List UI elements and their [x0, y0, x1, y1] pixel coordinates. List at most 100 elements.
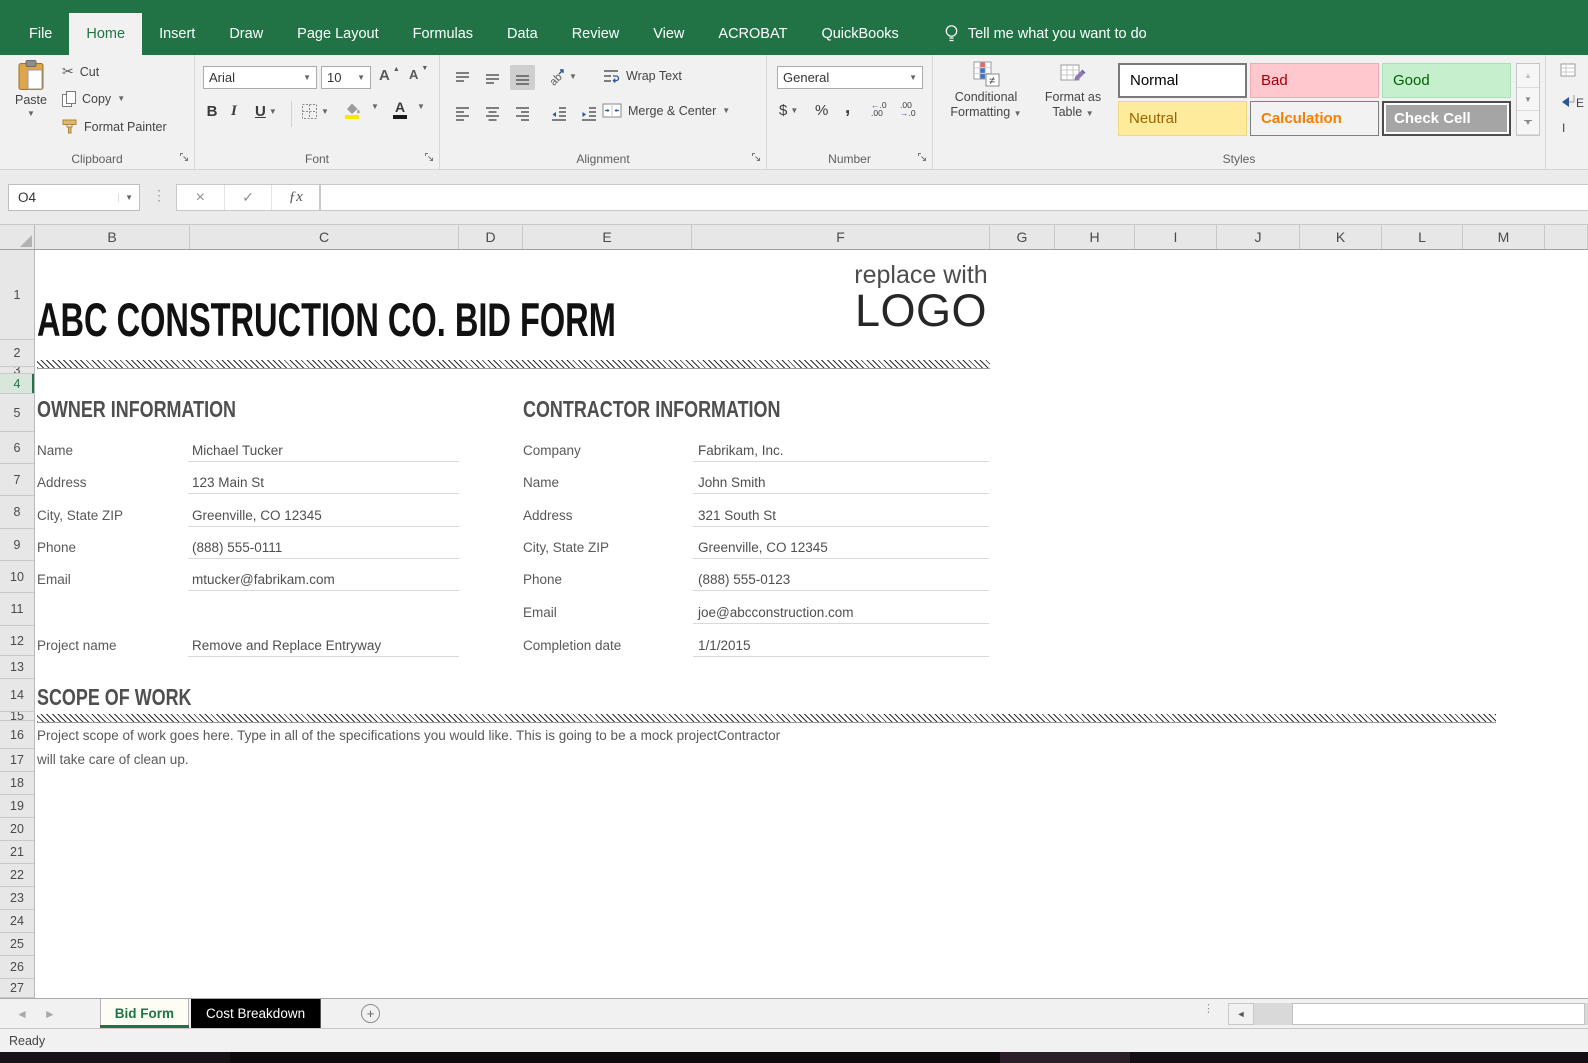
- increase-indent-button[interactable]: [576, 101, 601, 126]
- row-header-24[interactable]: 24: [0, 910, 34, 933]
- column-header-partial[interactable]: [1545, 225, 1588, 249]
- row-header-19[interactable]: 19: [0, 795, 34, 818]
- tab-scrollbar-splitter[interactable]: ⋮: [1203, 1007, 1214, 1012]
- completion-date-value[interactable]: 1/1/2015: [698, 630, 751, 662]
- increase-font-size-button[interactable]: A▲: [379, 68, 400, 83]
- cut-button[interactable]: ✂ Cut: [62, 63, 99, 80]
- owner-field-city-state-zip-value[interactable]: Greenville, CO 12345: [192, 500, 322, 532]
- cancel-button[interactable]: ×: [177, 185, 225, 210]
- document-title[interactable]: ABC CONSTRUCTION CO. BID FORM: [37, 294, 616, 348]
- row-header-21[interactable]: 21: [0, 841, 34, 864]
- row-header-8[interactable]: 8: [0, 496, 34, 529]
- clipboard-dialog-launcher[interactable]: [178, 151, 190, 163]
- column-header-F[interactable]: F: [692, 225, 990, 249]
- row-header-23[interactable]: 23: [0, 887, 34, 910]
- completion-date-label[interactable]: Completion date: [523, 630, 621, 662]
- contractor-field-city-state-zip-label[interactable]: City, State ZIP: [523, 532, 609, 564]
- ribbon-tab-quickbooks[interactable]: QuickBooks: [804, 13, 915, 55]
- conditional-formatting-button[interactable]: ≠ Conditional Formatting ▼: [943, 61, 1029, 120]
- owner-field-phone-label[interactable]: Phone: [37, 532, 76, 564]
- ribbon-tab-draw[interactable]: Draw: [212, 13, 280, 55]
- align-right-button[interactable]: [510, 101, 535, 126]
- underline-button[interactable]: U▼: [255, 103, 277, 120]
- sheet-nav-right-icon[interactable]: ►: [44, 1007, 56, 1021]
- ribbon-tab-formulas[interactable]: Formulas: [396, 13, 490, 55]
- column-header-B[interactable]: B: [35, 225, 190, 249]
- row-header-6[interactable]: 6: [0, 432, 34, 464]
- scope-text-line1[interactable]: Project scope of work goes here. Type in…: [37, 728, 780, 743]
- owner-field-name-label[interactable]: Name: [37, 435, 73, 467]
- new-sheet-button[interactable]: +: [361, 1004, 380, 1023]
- gallery-scroll-up[interactable]: ▲: [1517, 64, 1539, 88]
- number-format-select[interactable]: General▼: [777, 66, 923, 89]
- alignment-dialog-launcher[interactable]: [750, 151, 762, 163]
- cell-style-good[interactable]: Good: [1382, 63, 1511, 98]
- contractor-field-name-label[interactable]: Name: [523, 467, 559, 499]
- contractor-field-name-value[interactable]: John Smith: [698, 467, 766, 499]
- contractor-field-address-label[interactable]: Address: [523, 500, 573, 532]
- font-color-button[interactable]: A: [393, 100, 407, 119]
- ribbon-tab-acrobat[interactable]: ACROBAT: [701, 13, 804, 55]
- contractor-field-company-label[interactable]: Company: [523, 435, 581, 467]
- scope-section-heading[interactable]: SCOPE OF WORK: [37, 684, 191, 710]
- owner-field-email-value[interactable]: mtucker@fabrikam.com: [192, 564, 335, 596]
- sheet-tab-cost-breakdown[interactable]: Cost Breakdown: [191, 999, 321, 1028]
- hscroll-left-arrow[interactable]: ◄: [1228, 1003, 1254, 1025]
- owner-field-email-label[interactable]: Email: [37, 564, 71, 596]
- orientation-button[interactable]: ab ▼: [546, 67, 577, 87]
- row-header-15[interactable]: 15: [0, 712, 34, 721]
- project-name-label[interactable]: Project name: [37, 630, 117, 662]
- comma-style-button[interactable]: ,: [845, 97, 850, 119]
- align-top-button[interactable]: [450, 65, 475, 90]
- owner-field-phone-value[interactable]: (888) 555-0111: [192, 532, 282, 564]
- percent-style-button[interactable]: %: [815, 102, 828, 119]
- column-header-C[interactable]: C: [190, 225, 459, 249]
- row-header-9[interactable]: 9: [0, 529, 34, 561]
- row-header-3[interactable]: 3: [0, 367, 34, 374]
- row-header-26[interactable]: 26: [0, 956, 34, 979]
- row-header-22[interactable]: 22: [0, 864, 34, 887]
- formula-input[interactable]: [320, 184, 1588, 211]
- fill-color-button[interactable]: [343, 101, 361, 119]
- align-left-button[interactable]: [450, 101, 475, 126]
- font-family-select[interactable]: Arial▼: [203, 66, 317, 89]
- cell-style-calculation[interactable]: Calculation: [1250, 101, 1379, 136]
- gallery-more-button[interactable]: ▼: [1517, 111, 1539, 135]
- paste-button[interactable]: Paste ▼: [8, 60, 54, 118]
- decrease-decimal-button[interactable]: .00→.0: [900, 101, 916, 117]
- font-dialog-launcher[interactable]: [423, 151, 435, 163]
- column-header-L[interactable]: L: [1382, 225, 1463, 249]
- row-header-13[interactable]: 13: [0, 656, 34, 679]
- column-header-G[interactable]: G: [990, 225, 1055, 249]
- contractor-field-email-value[interactable]: joe@abcconstruction.com: [698, 597, 854, 629]
- format-as-table-button[interactable]: Format as Table ▼: [1033, 61, 1113, 120]
- insert-function-button[interactable]: ƒx: [272, 185, 319, 210]
- row-header-12[interactable]: 12: [0, 626, 34, 656]
- cell-style-bad[interactable]: Bad: [1250, 63, 1379, 98]
- row-header-16[interactable]: 16: [0, 721, 34, 749]
- copy-button[interactable]: Copy ▼: [62, 91, 125, 107]
- number-dialog-launcher[interactable]: [916, 151, 928, 163]
- accounting-format-button[interactable]: $▼: [779, 102, 798, 119]
- ribbon-tab-page-layout[interactable]: Page Layout: [280, 13, 395, 55]
- column-header-M[interactable]: M: [1463, 225, 1545, 249]
- borders-button[interactable]: ▼: [301, 103, 329, 120]
- font-size-select[interactable]: 10▼: [321, 66, 371, 89]
- select-all-corner[interactable]: [0, 225, 35, 249]
- ribbon-tab-review[interactable]: Review: [555, 13, 637, 55]
- row-header-2[interactable]: 2: [0, 340, 34, 367]
- row-header-17[interactable]: 17: [0, 749, 34, 772]
- ribbon-tab-insert[interactable]: Insert: [142, 13, 212, 55]
- bold-button[interactable]: B: [205, 103, 219, 120]
- scope-text-line2[interactable]: will take care of clean up.: [37, 752, 189, 767]
- contractor-field-city-state-zip-value[interactable]: Greenville, CO 12345: [698, 532, 828, 564]
- fill-color-dropdown[interactable]: ▼: [371, 103, 379, 111]
- align-bottom-button[interactable]: [510, 65, 535, 90]
- cell-style-normal[interactable]: Normal: [1118, 63, 1247, 98]
- increase-decimal-button[interactable]: ←.0.00: [871, 101, 887, 117]
- owner-field-address-label[interactable]: Address: [37, 467, 87, 499]
- decrease-font-size-button[interactable]: A▼: [409, 68, 428, 81]
- sheet-canvas[interactable]: ABC CONSTRUCTION CO. BID FORM replace wi…: [35, 250, 1588, 998]
- row-header-18[interactable]: 18: [0, 772, 34, 795]
- column-header-I[interactable]: I: [1135, 225, 1217, 249]
